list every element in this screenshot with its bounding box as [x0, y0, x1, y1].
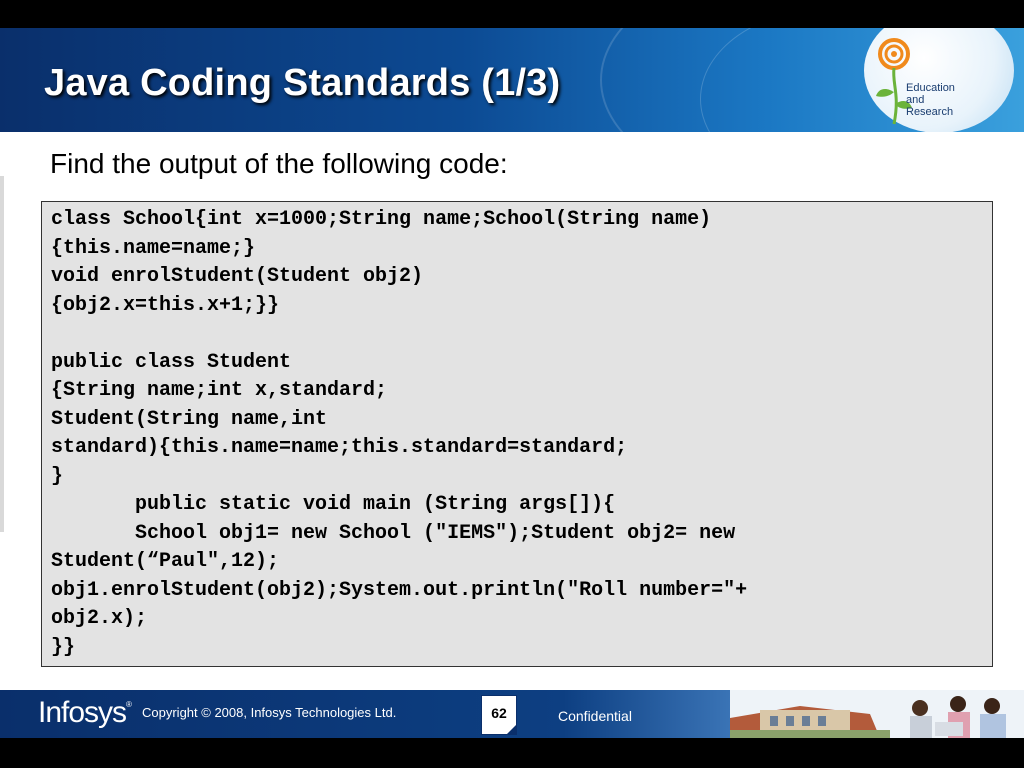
code-line: public class Student: [51, 350, 292, 374]
code-block: class School{int x=1000;String name;Scho…: [41, 201, 993, 667]
code-line: {obj2.x=this.x+1;}}: [51, 293, 280, 317]
code-text: class School{int x=1000;String name;Scho…: [42, 202, 992, 662]
education-research-logo: Education and Research: [854, 28, 1024, 132]
code-line: obj2.x);: [51, 607, 148, 630]
page-number: 62: [491, 705, 507, 721]
page-fold-icon: [506, 724, 517, 735]
page-number-box: 62: [481, 695, 517, 735]
code-line: standard){this.name=name;this.standard=s…: [51, 436, 628, 459]
code-line: {this.name=name;}: [51, 236, 256, 260]
brand-name: Infosys: [38, 696, 127, 729]
code-line: class School{int x=1000;String name;Scho…: [51, 208, 712, 231]
code-line: public static void main (String args[]){: [51, 493, 616, 516]
brand-mark: ®: [126, 700, 132, 709]
confidential-label: Confidential: [558, 708, 632, 724]
slide-footer: Infosys® Copyright © 2008, Infosys Techn…: [0, 690, 1024, 738]
code-line: }: [51, 464, 64, 488]
code-line: {String name;int x,standard;: [51, 379, 388, 402]
question-prompt: Find the output of the following code:: [50, 148, 508, 179]
copyright-text: Copyright © 2008, Infosys Technologies L…: [142, 705, 397, 720]
slide-title: Java Coding Standards (1/3): [44, 62, 561, 104]
infosys-logo: Infosys®: [38, 696, 132, 730]
campus-photo: [730, 690, 1024, 738]
left-edge-bar: [0, 176, 4, 532]
code-line: School obj1= new School ("IEMS");Student…: [51, 521, 736, 545]
slide: Java Coding Standards (1/3) Education an…: [0, 28, 1024, 738]
slide-header: Java Coding Standards (1/3) Education an…: [0, 28, 1024, 132]
code-line: Student(“Paul",12);: [51, 550, 280, 573]
code-line: obj1.enrolStudent(obj2);System.out.print…: [51, 578, 748, 602]
code-line: void enrolStudent(Student obj2): [51, 265, 424, 288]
logo-text: Education and Research: [906, 82, 955, 118]
code-line: Student(String name,int: [51, 407, 328, 431]
code-line: }}: [51, 635, 76, 659]
